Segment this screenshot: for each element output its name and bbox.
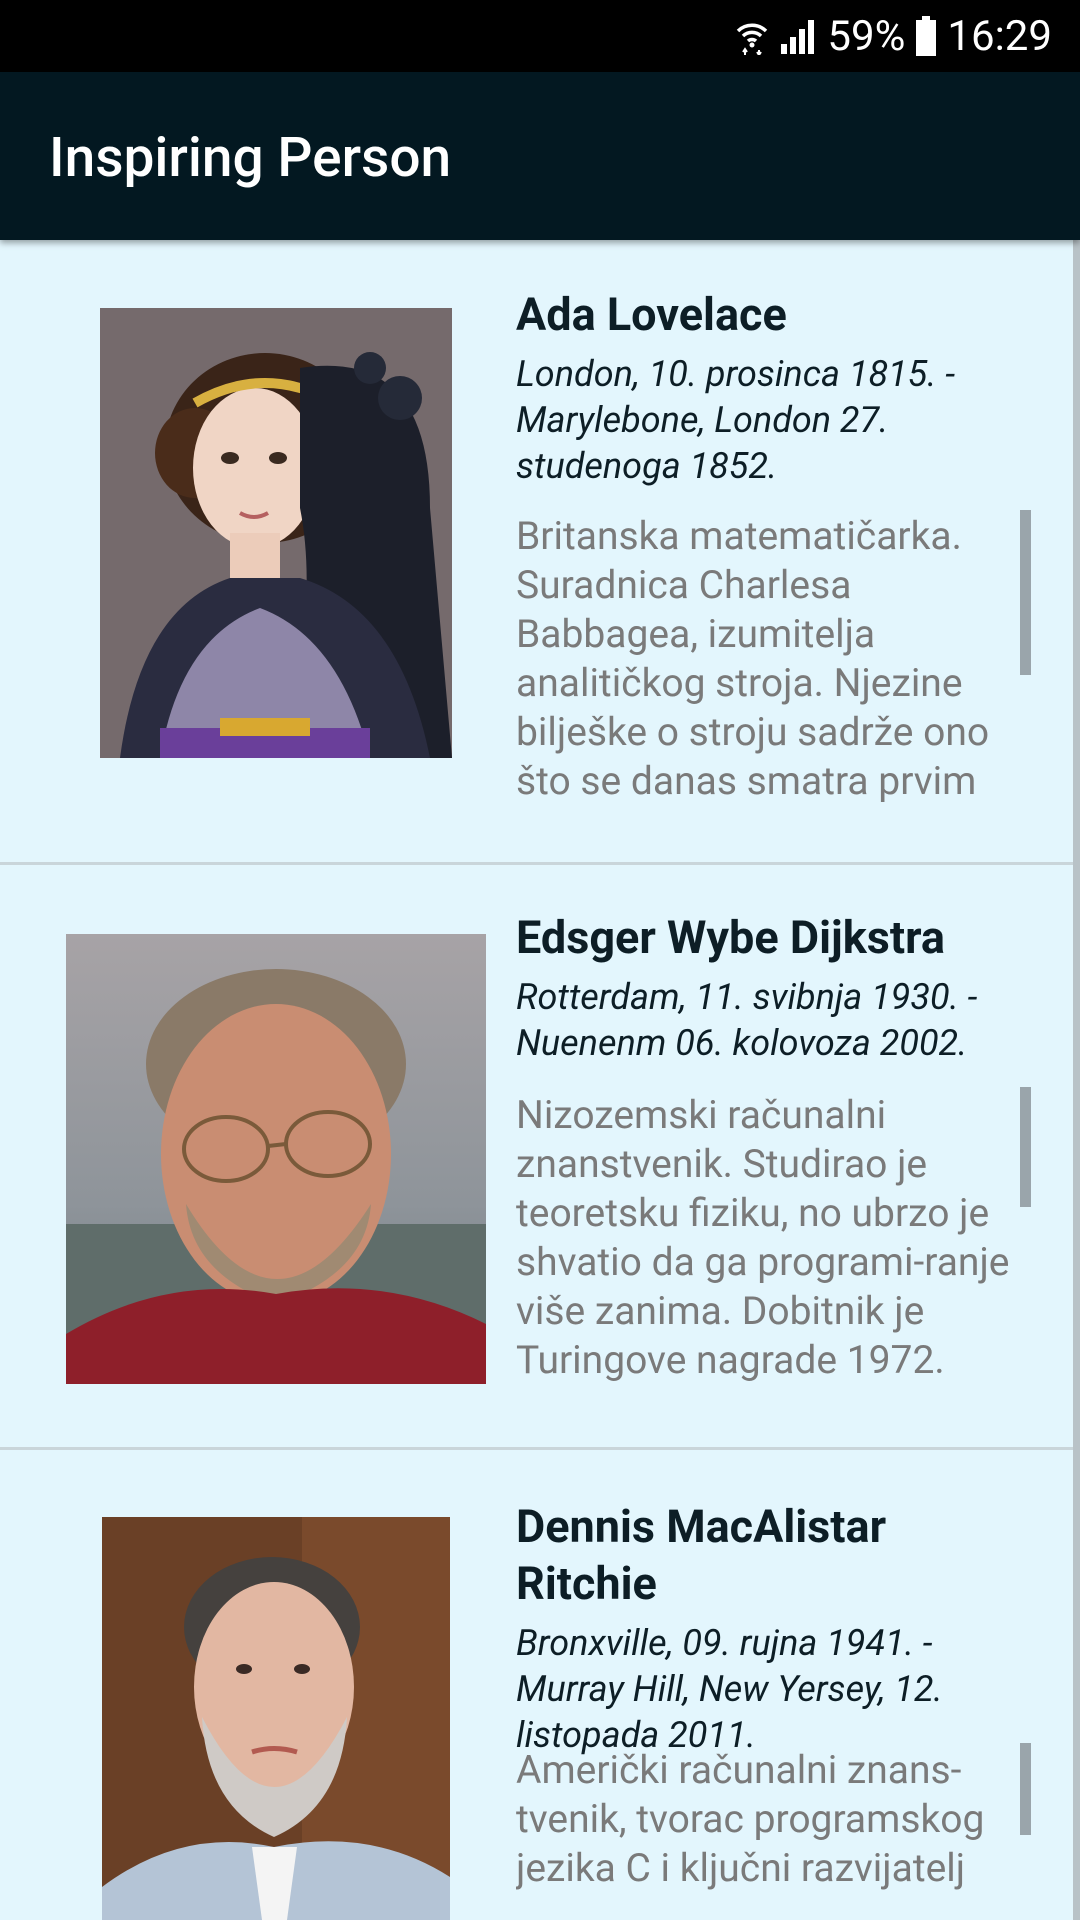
portrait-image (66, 934, 486, 1384)
page-title: Inspiring Person (49, 126, 452, 190)
person-name: Edsger Wybe Dijkstra (516, 911, 945, 964)
person-info: Dennis MacAlistar Ritchie Bronxville, 09… (516, 1498, 1036, 1758)
person-dates: Bronxville, 09. rujna 1941. - Murray Hil… (516, 1622, 943, 1756)
person-list[interactable]: Ada Lovelace London, 10. prosinca 1815. … (0, 240, 1080, 1920)
status-icons: 59% 16:29 (735, 0, 1052, 72)
person-dates: London, 10. prosinca 1815. - Marylebone,… (516, 353, 955, 487)
app-bar: Inspiring Person (0, 72, 1080, 240)
portrait-image (102, 1517, 450, 1920)
battery-icon (915, 16, 937, 56)
person-name: Dennis MacAlistar Ritchie (516, 1500, 887, 1610)
signal-icon (779, 18, 817, 54)
person-description: Američki računalni znans-tvenik, tvorac … (516, 1747, 985, 1891)
person-info: Edsger Wybe Dijkstra Rotterdam, 11. svib… (516, 909, 1036, 1066)
description-scroll[interactable]: Britanska matematičarka. Suradnica Charl… (516, 512, 1036, 814)
portrait-image (100, 308, 452, 758)
description-scrollbar[interactable] (1020, 1743, 1031, 1835)
person-dates: Rotterdam, 11. svibnja 1930. - Nuenenm 0… (516, 976, 978, 1064)
description-scrollbar[interactable] (1020, 1087, 1031, 1207)
list-scrollbar[interactable] (1073, 240, 1080, 1920)
person-info: Ada Lovelace London, 10. prosinca 1815. … (516, 286, 1036, 489)
person-description: Nizozemski računalni znanstvenik. Studir… (516, 1092, 1010, 1383)
list-item[interactable]: Dennis MacAlistar Ritchie Bronxville, 09… (0, 1450, 1080, 1920)
status-bar: 59% 16:29 (0, 0, 1080, 72)
description-scrollbar[interactable] (1020, 510, 1031, 675)
battery-percent: 59% (827, 11, 906, 61)
person-description: Britanska matematičarka. Suradnica Charl… (516, 513, 990, 804)
description-scroll[interactable]: Američki računalni znans-tvenik, tvorac … (516, 1746, 1036, 1920)
wifi-icon (735, 17, 769, 55)
clock: 16:29 (947, 11, 1052, 61)
list-item[interactable]: Ada Lovelace London, 10. prosinca 1815. … (0, 240, 1080, 863)
person-name: Ada Lovelace (516, 288, 787, 341)
list-item[interactable]: Edsger Wybe Dijkstra Rotterdam, 11. svib… (0, 865, 1080, 1447)
description-scroll[interactable]: Nizozemski računalni znanstvenik. Studir… (516, 1091, 1036, 1391)
